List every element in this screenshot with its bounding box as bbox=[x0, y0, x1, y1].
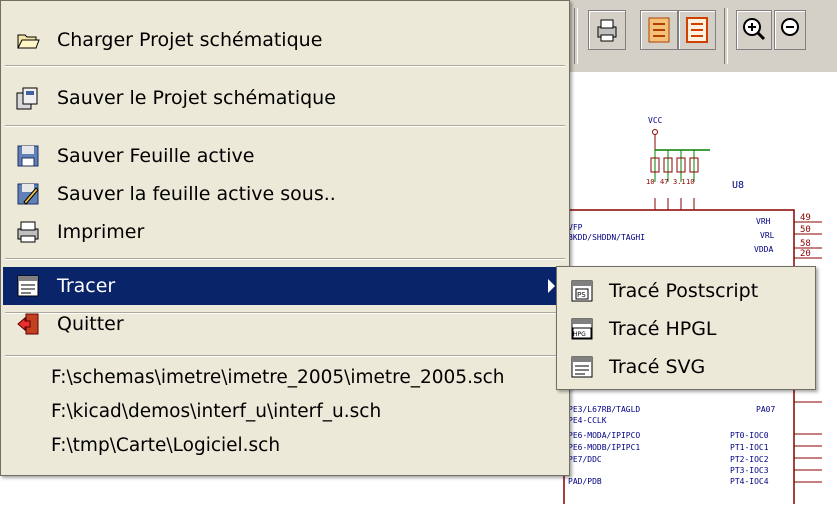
print-toolbar-button[interactable] bbox=[588, 10, 626, 50]
pin-label: PE6-MODB/IPIPC1 bbox=[568, 443, 640, 452]
netlist-icon bbox=[648, 17, 670, 43]
menu-separator bbox=[5, 65, 565, 67]
pin-number: 20 bbox=[800, 249, 811, 259]
bom-toolbar-button[interactable] bbox=[678, 10, 716, 50]
plot-hpgl-icon: HPG bbox=[567, 314, 597, 344]
menu-item-label: Sauver le Projet schématique bbox=[57, 87, 336, 109]
menu-separator bbox=[5, 258, 565, 260]
pin-label: PE6-MODA/IPIPCO bbox=[568, 431, 640, 440]
submenu-item-plot-hpgl[interactable]: HPG Tracé HPGL bbox=[559, 311, 813, 347]
menu-item-label: Tracer bbox=[57, 275, 116, 297]
floppy-disk-icon bbox=[13, 141, 43, 171]
menu-item-load-project[interactable]: Charger Projet schématique bbox=[3, 21, 567, 59]
pin-label: BKDD/SHDDN/TAGHI bbox=[568, 233, 645, 242]
svg-text:PS: PS bbox=[577, 291, 586, 299]
plot-submenu: PS Tracé Postscript HPG Tracé HPGL Tracé… bbox=[556, 266, 816, 390]
recent-file-item[interactable]: F:\kicad\demos\interf_u\interf_u.sch bbox=[51, 393, 381, 429]
pin-label: PE7/DDC bbox=[568, 455, 602, 464]
toolbar-separator bbox=[724, 8, 728, 64]
zoom-in-icon bbox=[743, 18, 766, 41]
pin-label: PAD/PDB bbox=[568, 477, 602, 486]
menu-item-label: Imprimer bbox=[57, 221, 145, 243]
menu-item-save-project[interactable]: Sauver le Projet schématique bbox=[3, 79, 567, 117]
pin-label: PA07 bbox=[756, 405, 775, 414]
resistor-label: 10 bbox=[686, 178, 694, 186]
bom-icon bbox=[686, 17, 708, 43]
pin-label: VDDA bbox=[754, 245, 773, 254]
menu-item-save-sheet[interactable]: Sauver Feuille active bbox=[3, 137, 567, 175]
plot-svg-icon bbox=[567, 352, 597, 382]
folder-open-icon bbox=[13, 25, 43, 55]
menu-item-label: Sauver Feuille active bbox=[57, 145, 255, 167]
plot-icon bbox=[13, 271, 43, 301]
plot-postscript-icon: PS bbox=[567, 276, 597, 306]
submenu-item-plot-postscript[interactable]: PS Tracé Postscript bbox=[559, 273, 813, 309]
vcc-label: VCC bbox=[648, 116, 663, 125]
zoom-out-button[interactable] bbox=[774, 10, 806, 50]
pin-label: VRL bbox=[760, 231, 775, 240]
pin-label: PT0-IOC0 bbox=[730, 431, 769, 440]
menu-item-label: Sauver la feuille active sous.. bbox=[57, 183, 336, 205]
pin-label: PE4-CCLK bbox=[568, 416, 607, 425]
pin-number: 50 bbox=[800, 225, 811, 235]
printer-icon bbox=[13, 217, 43, 247]
resistor-label: 10 bbox=[646, 178, 654, 186]
pin-label: VFP bbox=[568, 223, 583, 232]
save-as-icon bbox=[13, 179, 43, 209]
save-project-icon bbox=[13, 83, 43, 113]
toolbar-separator bbox=[574, 8, 578, 64]
menu-item-save-sheet-as[interactable]: Sauver la feuille active sous.. bbox=[3, 175, 567, 213]
pin-label: PT1-IOC1 bbox=[730, 443, 769, 452]
pin-label: VRH bbox=[756, 217, 771, 226]
menu-item-label: Charger Projet schématique bbox=[57, 29, 323, 51]
pin-label: PE3/L67RB/TAGLD bbox=[568, 405, 640, 414]
menu-separator bbox=[5, 125, 565, 127]
pin-label: PT3-IOC3 bbox=[730, 466, 769, 475]
pin-number: 58 bbox=[800, 239, 811, 249]
zoom-out-icon bbox=[781, 18, 799, 36]
recent-file-item[interactable]: F:\tmp\Carte\Logiciel.sch bbox=[51, 427, 280, 463]
resistor-label: 3.1 bbox=[673, 178, 686, 186]
submenu-item-label: Tracé SVG bbox=[609, 356, 706, 378]
pin-number: 49 bbox=[800, 213, 811, 223]
submenu-arrow-icon bbox=[548, 279, 555, 293]
resistor-label: 47 bbox=[660, 178, 668, 186]
submenu-item-label: Tracé Postscript bbox=[609, 280, 759, 302]
menu-item-label: Quitter bbox=[57, 313, 124, 335]
menu-separator bbox=[5, 355, 565, 357]
svg-text:HPG: HPG bbox=[573, 331, 586, 338]
zoom-in-button[interactable] bbox=[736, 10, 772, 50]
component-reference: U8 bbox=[732, 180, 744, 191]
submenu-item-plot-svg[interactable]: Tracé SVG bbox=[559, 349, 813, 385]
menu-item-print[interactable]: Imprimer bbox=[3, 213, 567, 251]
file-menu: Charger Projet schématique Sauver le Pro… bbox=[0, 0, 570, 476]
menu-item-plot[interactable]: Tracer bbox=[3, 267, 567, 305]
menu-item-quit[interactable]: Quitter bbox=[3, 305, 567, 343]
pin-label: PT2-IOC2 bbox=[730, 455, 769, 464]
exit-icon bbox=[13, 309, 43, 339]
toolbar bbox=[560, 0, 837, 73]
pin-label: PT4-IOC4 bbox=[730, 477, 769, 486]
submenu-item-label: Tracé HPGL bbox=[609, 318, 717, 340]
plot-toolbar-button[interactable] bbox=[640, 10, 678, 50]
printer-icon bbox=[597, 19, 617, 42]
recent-file-item[interactable]: F:\schemas\imetre\imetre_2005\imetre_200… bbox=[51, 359, 505, 395]
